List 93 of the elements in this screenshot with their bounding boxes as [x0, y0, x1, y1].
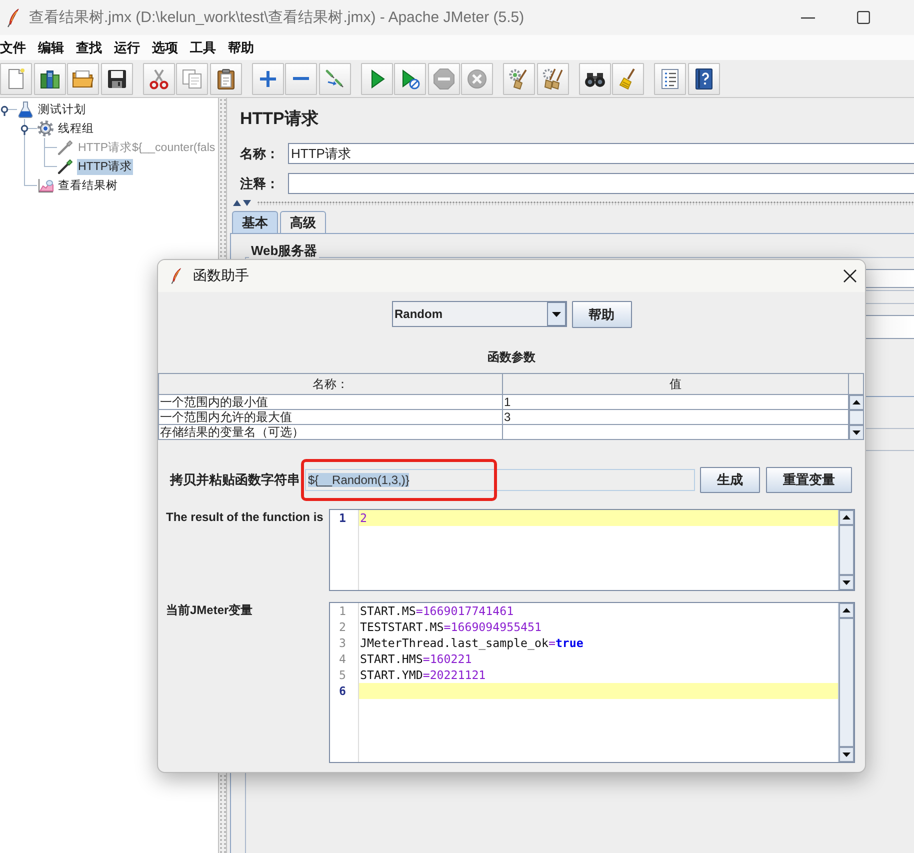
action-button[interactable]: 生成	[700, 467, 760, 493]
toolbar-button[interactable]	[210, 62, 242, 94]
menu-item[interactable]: 帮助	[228, 38, 254, 56]
code-line: TESTSTART.MS=1669094955451	[359, 619, 542, 635]
tree-item[interactable]: 查看结果树	[57, 178, 119, 194]
line-number: 2	[338, 619, 347, 635]
field-label: The result of the function is	[166, 509, 324, 525]
tree-item[interactable]: 测试计划	[37, 102, 87, 118]
pipette-icon	[57, 158, 74, 175]
down-triangle-icon[interactable]	[243, 200, 251, 206]
scrollbar-thumb[interactable]	[839, 618, 854, 747]
table-cell[interactable]: 一个范围内允许的最大值	[159, 410, 503, 425]
scrollbar[interactable]	[838, 603, 854, 762]
maximize-icon[interactable]	[857, 11, 870, 24]
chart-icon	[37, 177, 54, 194]
up-triangle-icon[interactable]	[233, 200, 241, 206]
result-text-area[interactable]: 1 2	[329, 509, 855, 591]
code-line: JMeterThread.last_sample_ok=true	[359, 635, 584, 651]
menu-item[interactable]: 编辑	[38, 38, 64, 56]
tab[interactable]: 高级	[280, 211, 326, 233]
variables-text-area[interactable]: 1 2 3 4 5 6 START.MS=1669017741461 TESTSTART.MS=1669094955451 JMeterThread.last_sample_ok=true START.HMS=160221 START.YMD=20221121	[329, 602, 855, 763]
scroll-up-icon[interactable]	[849, 395, 864, 410]
menu-item[interactable]: 选项	[152, 38, 178, 56]
stop-octagon-icon	[432, 66, 456, 90]
line-number: 3	[338, 635, 347, 651]
scroll-up-icon[interactable]	[839, 510, 854, 525]
column-header: 名称：	[159, 374, 503, 395]
action-button[interactable]: 重置变量	[766, 467, 852, 493]
scrollbar-thumb[interactable]	[839, 525, 854, 575]
line-number: 1	[338, 603, 347, 619]
table-cell[interactable]: 存储结果的变量名（可选）	[159, 425, 503, 440]
line-number: 4	[338, 651, 347, 667]
dialog-title: 函数助手	[193, 267, 249, 285]
toolbar-button[interactable]	[394, 62, 426, 94]
code-line: START.MS=1669017741461	[359, 603, 515, 619]
field-label: 拷贝并粘贴函数字符串	[170, 471, 301, 489]
scrollbar[interactable]	[838, 510, 854, 590]
gear-icon	[37, 120, 54, 137]
pipette-icon	[57, 139, 74, 156]
table-cell[interactable]	[503, 425, 849, 440]
minus-icon	[293, 77, 309, 80]
section-title: 函数参数	[488, 349, 536, 365]
window-title: 查看结果树.jmx (D:\kelun_work\test\查看结果树.jmx) - Apache JMeter (5.5)	[29, 8, 524, 27]
field-label: 注释：	[240, 174, 280, 192]
input-field[interactable]	[866, 269, 914, 288]
scissors-icon	[146, 66, 170, 90]
table-cell[interactable]: 3	[503, 410, 849, 425]
table-cell[interactable]: 一个范围内的最小值	[159, 395, 503, 410]
toolbar-button[interactable]	[34, 62, 66, 94]
text-field[interactable]: HTTP请求	[288, 143, 914, 164]
column-header: 值	[503, 374, 849, 395]
toolbar-button[interactable]	[654, 62, 686, 94]
field-label: 当前JMeter变量	[166, 602, 254, 618]
scroll-down-icon[interactable]	[849, 425, 864, 440]
text-field[interactable]	[288, 173, 914, 194]
tree-item[interactable]: HTTP请求	[77, 158, 134, 174]
code-line: START.YMD=20221121	[359, 667, 487, 683]
section-title: Web服务器	[249, 243, 320, 258]
toolbar-button[interactable]	[578, 62, 610, 94]
panel-title: HTTP请求	[240, 108, 320, 130]
line-number: 1	[338, 510, 347, 526]
toolbar-button[interactable]	[688, 62, 720, 94]
scrollbar[interactable]	[849, 395, 864, 440]
code-line: START.HMS=160221	[359, 651, 473, 667]
line-number: 5	[338, 667, 347, 683]
function-string-field[interactable]: ${__Random(1,3,)}	[305, 469, 695, 491]
flask-icon	[17, 101, 34, 118]
scroll-up-icon[interactable]	[839, 603, 854, 618]
tab[interactable]: 基本	[232, 211, 278, 233]
toolbar-button[interactable]	[100, 62, 132, 94]
toolbar-button[interactable]	[360, 62, 392, 94]
line-number: 6	[338, 683, 347, 699]
function-dropdown[interactable]: Random	[392, 301, 566, 327]
menu-item[interactable]: 工具	[190, 38, 216, 56]
x-circle-icon	[465, 66, 489, 90]
menu-item[interactable]: 运行	[114, 38, 140, 56]
menu-item[interactable]: 文件	[0, 38, 26, 56]
input-field[interactable]	[866, 315, 914, 339]
field-label: 名称：	[240, 144, 280, 162]
close-icon[interactable]	[843, 269, 857, 283]
feather-icon	[6, 8, 20, 28]
menu-item[interactable]: 查找	[76, 38, 102, 56]
minimize-icon[interactable]	[801, 16, 815, 18]
scroll-down-icon[interactable]	[839, 747, 854, 762]
brooms-gear-icon	[540, 66, 564, 90]
feather-icon	[170, 267, 182, 285]
plus-icon	[260, 70, 276, 86]
table-cell[interactable]: 1	[503, 395, 849, 410]
scroll-down-icon[interactable]	[839, 575, 854, 590]
scrollbar-thumb[interactable]	[849, 410, 864, 425]
copy-pages-icon	[180, 66, 204, 90]
help-button[interactable]: 帮助	[572, 301, 632, 328]
tree-item[interactable]: 线程组	[57, 120, 95, 136]
